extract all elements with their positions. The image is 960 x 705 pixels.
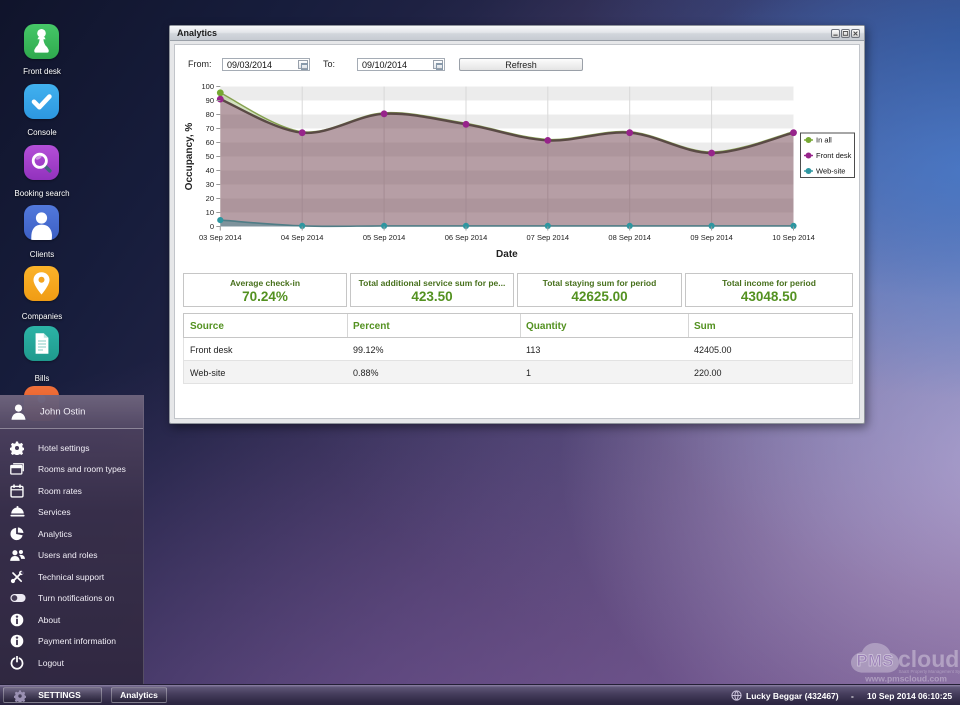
svg-text:10 Sep 2014: 10 Sep 2014 bbox=[772, 233, 815, 242]
svg-text:08 Sep 2014: 08 Sep 2014 bbox=[608, 233, 651, 242]
svg-text:In all: In all bbox=[816, 136, 832, 145]
svg-text:PMS: PMS bbox=[857, 652, 894, 670]
svg-text:40: 40 bbox=[206, 166, 214, 175]
svg-text:03 Sep 2014: 03 Sep 2014 bbox=[199, 233, 242, 242]
svg-text:60: 60 bbox=[206, 138, 214, 147]
svg-text:50: 50 bbox=[206, 152, 214, 161]
svg-text:05 Sep 2014: 05 Sep 2014 bbox=[363, 233, 406, 242]
svg-text:09 Sep 2014: 09 Sep 2014 bbox=[690, 233, 733, 242]
svg-text:06 Sep 2014: 06 Sep 2014 bbox=[445, 233, 488, 242]
svg-text:04 Sep 2014: 04 Sep 2014 bbox=[281, 233, 324, 242]
svg-text:Occupancy, %: Occupancy, % bbox=[184, 123, 195, 191]
svg-text:80: 80 bbox=[206, 110, 214, 119]
svg-text:Front desk: Front desk bbox=[816, 151, 852, 160]
svg-text:0: 0 bbox=[210, 222, 214, 231]
svg-text:10: 10 bbox=[206, 208, 214, 217]
svg-text:20: 20 bbox=[206, 194, 214, 203]
svg-text:Date: Date bbox=[496, 249, 518, 260]
svg-text:Web-site: Web-site bbox=[816, 167, 845, 176]
svg-text:07 Sep 2014: 07 Sep 2014 bbox=[527, 233, 570, 242]
svg-text:100: 100 bbox=[201, 82, 214, 91]
svg-text:30: 30 bbox=[206, 180, 214, 189]
svg-text:70: 70 bbox=[206, 124, 214, 133]
svg-text:www.pmscloud.com: www.pmscloud.com bbox=[864, 674, 947, 684]
svg-text:90: 90 bbox=[206, 96, 214, 105]
